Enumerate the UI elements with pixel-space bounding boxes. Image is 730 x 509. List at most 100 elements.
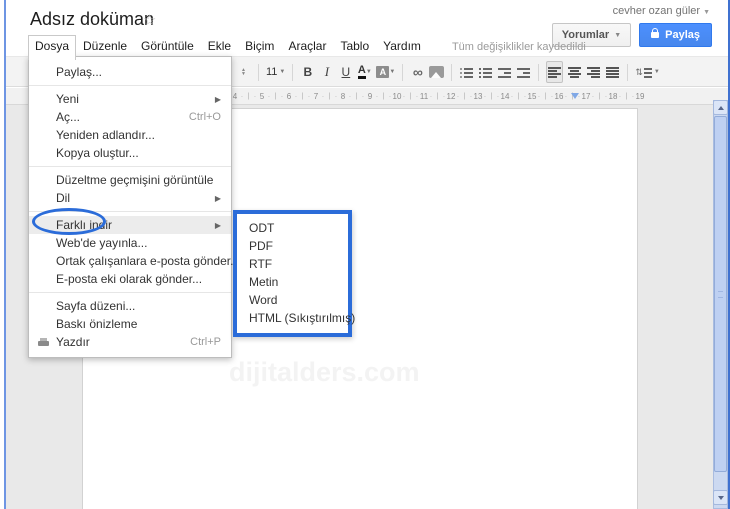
menu-item-label: Baskı önizleme [56, 317, 138, 331]
download-submenu-item-pdf[interactable]: PDF [237, 237, 348, 255]
menu-item-label: Farklı indir [56, 218, 113, 232]
scrollbar-thumb[interactable] [714, 116, 727, 472]
menubar-item-d-zenle[interactable]: Düzenle [76, 36, 134, 58]
ruler-tick: | [517, 93, 520, 100]
file-menu-item-kopya-olu-tur[interactable]: Kopya oluştur... [29, 144, 231, 162]
star-icon[interactable]: ☆ [143, 11, 156, 29]
scroll-up-button[interactable] [713, 100, 728, 115]
file-menu-item-bask-nizleme[interactable]: Baskı önizleme [29, 315, 231, 333]
justify-icon[interactable] [605, 62, 620, 82]
ruler-tick: · [483, 92, 487, 101]
bold-icon[interactable]: B [300, 62, 315, 82]
scroll-down-button[interactable] [713, 490, 728, 505]
file-menu-item-payla[interactable]: Paylaş... [29, 63, 231, 81]
ruler-tick: | [490, 93, 493, 100]
submenu-arrow-icon: ▶ [214, 220, 221, 230]
file-menu-item-yeniden-adland-r[interactable]: Yeniden adlandır... [29, 126, 231, 144]
italic-icon[interactable]: I [319, 62, 334, 82]
font-size-select[interactable]: 11 ▼ [266, 62, 285, 82]
download-submenu-item-html-s-k-t-r-lm[interactable]: HTML (Sıkıştırılmış) [237, 309, 355, 327]
ruler-number: 7 [313, 92, 319, 101]
download-submenu-item-word[interactable]: Word [237, 291, 348, 309]
download-submenu-item-metin[interactable]: Metin [237, 273, 348, 291]
ruler-tick: | [382, 93, 385, 100]
ruler-tick: · [550, 92, 554, 101]
menu-separator [29, 292, 231, 293]
file-menu-item-e-posta-eki-olarak-g-nder[interactable]: E-posta eki olarak gönder... [29, 270, 231, 288]
ruler-number: 11 [419, 92, 429, 101]
align-center-icon[interactable] [567, 62, 582, 82]
download-submenu-item-odt[interactable]: ODT [237, 219, 348, 237]
file-menu-item-sayfa-d-zeni[interactable]: Sayfa düzeni... [29, 297, 231, 315]
ruler-tick: | [409, 93, 412, 100]
menubar-item-g-r-nt-le[interactable]: Görüntüle [134, 36, 201, 58]
bulleted-list-icon[interactable] [478, 62, 493, 82]
menubar-item-yard-m[interactable]: Yardım [376, 36, 428, 58]
decrease-indent-icon[interactable] [497, 62, 512, 82]
ruler-tick: · [631, 92, 635, 101]
menubar-item-bi-im[interactable]: Biçim [238, 36, 281, 58]
numbered-list-icon[interactable] [459, 62, 474, 82]
ruler-tick: · [523, 92, 527, 101]
margin-marker[interactable] [571, 93, 580, 99]
vertical-scrollbar [713, 100, 728, 509]
ruler-number: 19 [635, 92, 645, 101]
toolbar-separator [258, 63, 259, 81]
font-stepper-icon[interactable]: ▲ ▼ [236, 62, 251, 82]
watermark: dijitalders.com [229, 357, 420, 387]
menubar-item-ara-lar[interactable]: Araçlar [281, 36, 333, 58]
ruler-tick: · [253, 92, 257, 101]
insert-link-icon[interactable]: ∞ [410, 62, 425, 82]
chevron-down-icon: ▼ [614, 31, 622, 39]
toolbar-separator [292, 63, 294, 81]
ruler-tick: | [544, 93, 547, 100]
ruler-tick: · [361, 92, 365, 101]
document-title[interactable]: Adsız doküman [30, 9, 154, 30]
ruler-tick: | [274, 93, 277, 100]
ruler-tick: | [355, 93, 358, 100]
ruler-number: 6 [286, 92, 292, 101]
ruler-tick: · [280, 92, 284, 101]
toolbar-separator [451, 63, 453, 81]
ruler-tick: | [301, 93, 304, 100]
printer-icon [38, 337, 49, 347]
account-name: cevher ozan güler [612, 5, 701, 17]
highlight-color-icon[interactable]: A ▼ [376, 62, 395, 82]
ruler-tick: · [604, 92, 608, 101]
menu-separator [29, 211, 231, 212]
share-button[interactable]: Paylaş [639, 23, 712, 47]
underline-icon[interactable]: U [338, 62, 353, 82]
text-color-icon[interactable]: A ▼ [357, 62, 372, 82]
ruler-tick: · [456, 92, 460, 101]
menu-item-label: Aç... [56, 110, 81, 124]
file-menu-item-d-zeltme-ge-mi-ini-g-r-nt-le[interactable]: Düzeltme geçmişini görüntüle [29, 171, 231, 189]
submenu-arrow-icon: ▶ [214, 94, 221, 104]
file-menu-item-farkl-indir[interactable]: Farklı indir ▶ [29, 216, 231, 234]
menubar-item-tablo[interactable]: Tablo [333, 36, 376, 58]
align-right-icon[interactable] [586, 62, 601, 82]
menubar-item-dosya[interactable]: Dosya [28, 35, 77, 60]
file-menu-item-dil[interactable]: Dil ▶ [29, 189, 231, 207]
ruler-number: 18 [608, 92, 618, 101]
align-left-icon[interactable] [546, 61, 564, 83]
file-menu-item-yeni[interactable]: Yeni ▶ [29, 90, 231, 108]
share-button-label: Paylaş [665, 29, 700, 41]
menu-item-shortcut: Ctrl+O [188, 111, 221, 123]
account-menu[interactable]: cevher ozan güler ▼ [613, 5, 710, 17]
menubar-item-ekle[interactable]: Ekle [201, 36, 238, 58]
file-menu-item-web-de-yay-nla[interactable]: Web'de yayınla... [29, 234, 231, 252]
file-menu-item-a[interactable]: Aç... Ctrl+O [29, 108, 231, 126]
menu-item-label: Web'de yayınla... [56, 236, 148, 250]
file-menu-item-ortak-al-anlara-e-posta-g-nder[interactable]: Ortak çalışanlara e-posta gönder... [29, 252, 240, 270]
download-submenu-item-rtf[interactable]: RTF [237, 255, 348, 273]
ruler-tick: · [294, 92, 298, 101]
ruler-tick: · [334, 92, 338, 101]
menu-separator [29, 166, 231, 167]
insert-image-icon[interactable] [429, 62, 445, 82]
line-spacing-icon[interactable]: ⇅ ▼ [635, 62, 660, 82]
file-menu-item-yazd-r[interactable]: Yazdır Ctrl+P [29, 333, 231, 351]
window-left-border [4, 0, 6, 509]
ruler-tick: · [429, 92, 433, 101]
increase-indent-icon[interactable] [516, 62, 531, 82]
ruler-number: 8 [340, 92, 346, 101]
